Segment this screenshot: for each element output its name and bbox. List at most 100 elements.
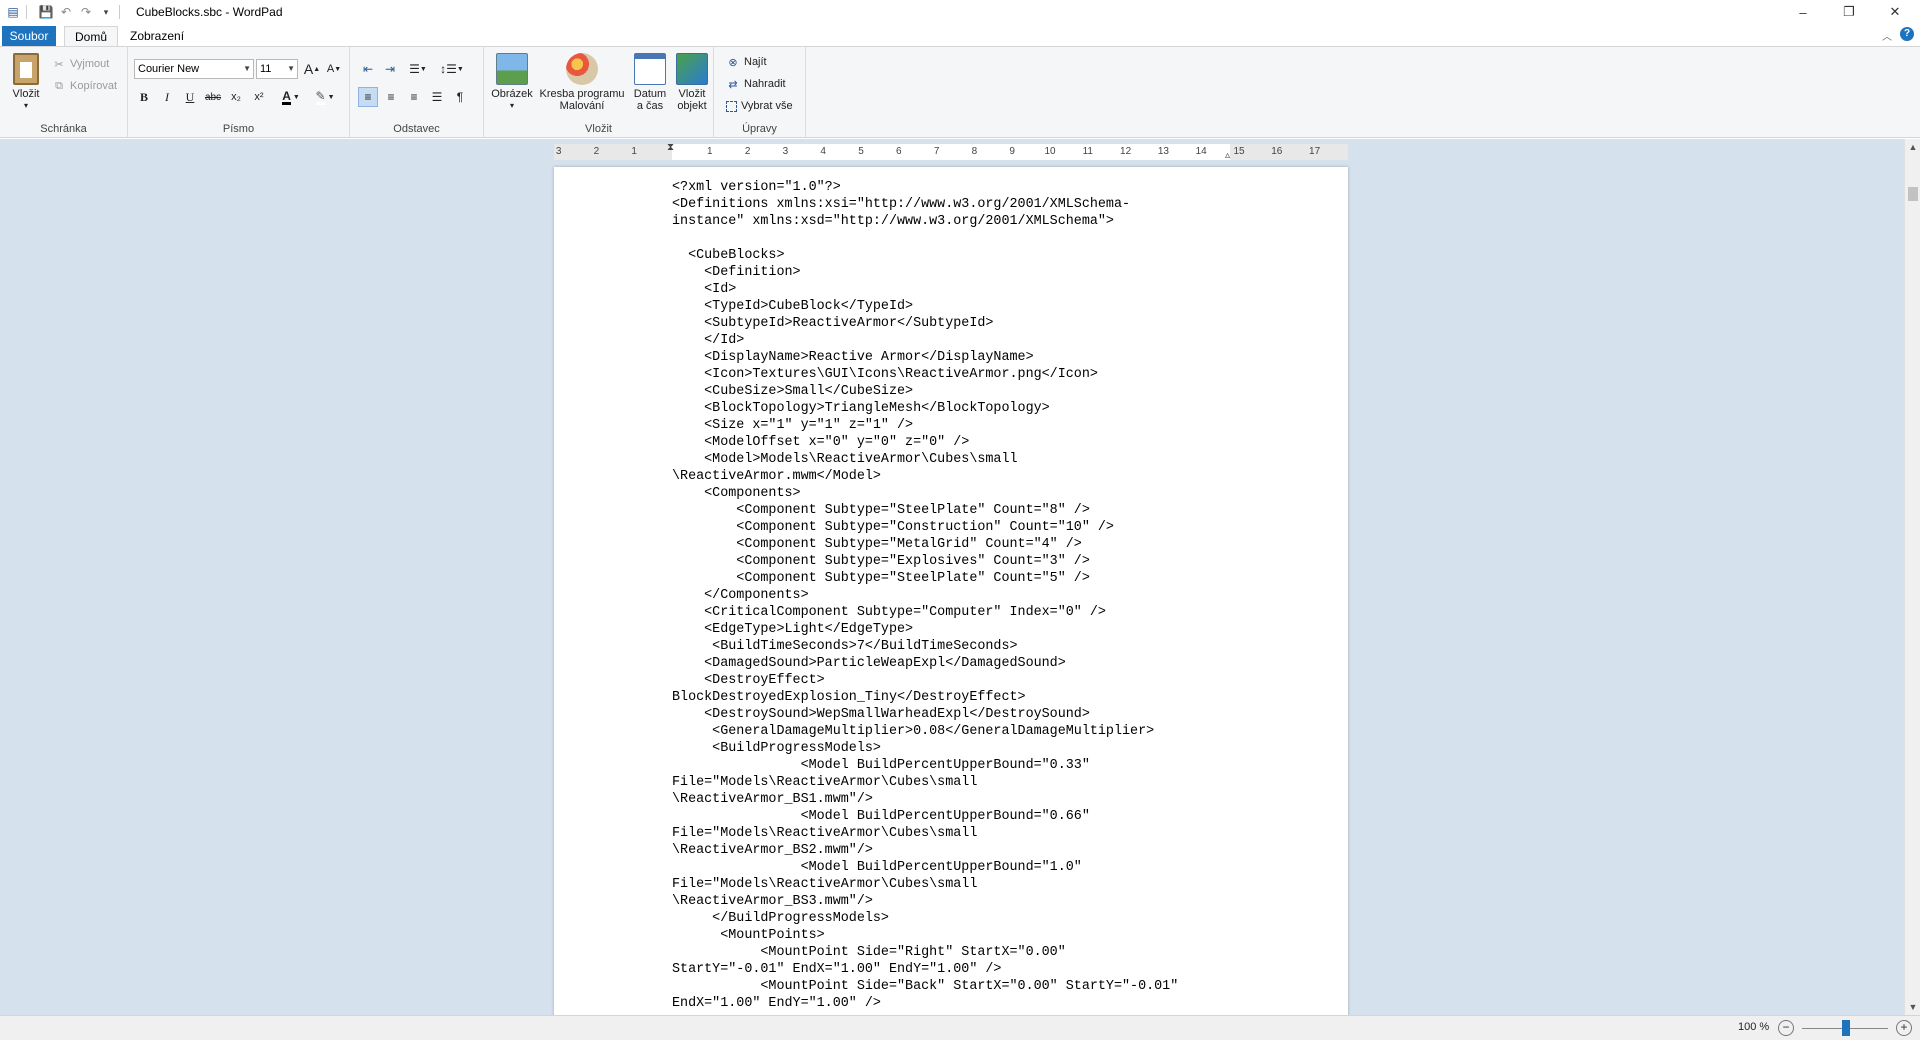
document-line[interactable] xyxy=(672,230,1272,247)
document-line[interactable]: <ModelOffset x="0" y="0" z="0" /> xyxy=(672,434,1272,451)
decrease-indent-button[interactable]: ⇤ xyxy=(358,59,378,79)
restore-button[interactable]: ❐ xyxy=(1826,0,1872,24)
document-line[interactable]: \ReactiveArmor.mwm</Model> xyxy=(672,468,1272,485)
bold-button[interactable]: B xyxy=(134,87,154,107)
document-line[interactable]: <Definition> xyxy=(672,264,1272,281)
document-line[interactable]: File="Models\ReactiveArmor\Cubes\small xyxy=(672,825,1272,842)
document-line[interactable]: <Id> xyxy=(672,281,1272,298)
document-line[interactable]: <DestroySound>WepSmallWarheadExpl</Destr… xyxy=(672,706,1272,723)
document-line[interactable]: \ReactiveArmor_BS1.mwm"/> xyxy=(672,791,1272,808)
select-all-button[interactable]: Vybrat vše xyxy=(726,97,793,115)
increase-indent-button[interactable]: ⇥ xyxy=(380,59,400,79)
document-page[interactable]: <?xml version="1.0"?> <Definitions xmlns:… xyxy=(554,167,1348,1015)
document-line[interactable]: <Components> xyxy=(672,485,1272,502)
document-line[interactable]: </Components> xyxy=(672,587,1272,604)
zoom-in-button[interactable]: + xyxy=(1896,1020,1912,1036)
document-line[interactable]: File="Models\ReactiveArmor\Cubes\small xyxy=(672,876,1272,893)
copy-button[interactable]: ⧉ Kopírovat xyxy=(52,77,117,95)
document-line[interactable]: BlockDestroyedExplosion_Tiny</DestroyEff… xyxy=(672,689,1272,706)
document-line[interactable]: <Component Subtype="MetalGrid" Count="4"… xyxy=(672,536,1272,553)
cut-button[interactable]: ✂ Vyjmout xyxy=(52,55,109,73)
minimize-button[interactable]: – xyxy=(1780,0,1826,24)
document-line[interactable]: <Component Subtype="Explosives" Count="3… xyxy=(672,553,1272,570)
document-line[interactable]: </Id> xyxy=(672,332,1272,349)
paste-button[interactable]: Vložit ▾ xyxy=(8,53,44,112)
align-right-button[interactable]: ≡ xyxy=(404,87,424,107)
grow-font-button[interactable]: A ▲ xyxy=(302,59,322,79)
document-line[interactable]: <MountPoints> xyxy=(672,927,1272,944)
document-line[interactable]: <Component Subtype="Construction" Count=… xyxy=(672,519,1272,536)
zoom-slider-thumb[interactable] xyxy=(1842,1020,1850,1036)
document-line[interactable]: <Component Subtype="SteelPlate" Count="8… xyxy=(672,502,1272,519)
document-line[interactable]: <Model>Models\ReactiveArmor\Cubes\small xyxy=(672,451,1272,468)
document-line[interactable]: <BuildTimeSeconds>7</BuildTimeSeconds> xyxy=(672,638,1272,655)
justify-button[interactable]: ☰ xyxy=(427,87,447,107)
document-line[interactable]: StartY="-0.01" EndX="1.00" EndY="1.00" /… xyxy=(672,961,1272,978)
tab-view[interactable]: Zobrazení xyxy=(120,26,194,46)
paragraph-button[interactable]: ¶ xyxy=(450,87,470,107)
subscript-button[interactable]: x₂ xyxy=(226,87,246,107)
italic-button[interactable]: I xyxy=(157,87,177,107)
document-line[interactable]: <CubeSize>Small</CubeSize> xyxy=(672,383,1272,400)
font-size-select[interactable]: 11 ▼ xyxy=(256,59,298,79)
tab-file[interactable]: Soubor xyxy=(2,26,56,46)
document-line[interactable]: <BuildProgressModels> xyxy=(672,740,1272,757)
wordpad-app-icon[interactable]: ▤ xyxy=(6,5,20,19)
document-line[interactable]: <TypeId>CubeBlock</TypeId> xyxy=(672,298,1272,315)
align-center-button[interactable]: ≡ xyxy=(381,87,401,107)
paint-drawing-button[interactable]: Kresba programu Malování xyxy=(536,53,628,112)
underline-button[interactable]: U xyxy=(180,87,200,107)
customize-quick-access-icon[interactable]: ▾ xyxy=(99,5,113,19)
document-line[interactable]: \ReactiveArmor_BS2.mwm"/> xyxy=(672,842,1272,859)
undo-icon[interactable]: ↶ xyxy=(59,5,73,19)
find-button[interactable]: ⊗ Najít xyxy=(726,53,766,71)
document-line[interactable]: <SubtypeId>ReactiveArmor</SubtypeId> xyxy=(672,315,1272,332)
scroll-up-icon[interactable]: ▲ xyxy=(1905,139,1920,155)
insert-picture-button[interactable]: Obrázek ▾ xyxy=(490,53,534,112)
close-button[interactable]: ✕ xyxy=(1872,0,1918,24)
shrink-font-button[interactable]: A ▼ xyxy=(324,59,344,79)
document-line[interactable]: <Size x="1" y="1" z="1" /> xyxy=(672,417,1272,434)
document-line[interactable]: <Model BuildPercentUpperBound="0.33" xyxy=(672,757,1272,774)
align-left-button[interactable]: ≡ xyxy=(358,87,378,107)
collapse-ribbon-icon[interactable]: ︿ xyxy=(1882,28,1892,43)
document-line[interactable]: <MountPoint Side="Back" StartX="0.00" St… xyxy=(672,978,1272,995)
document-line[interactable]: <CriticalComponent Subtype="Computer" In… xyxy=(672,604,1272,621)
document-line[interactable]: <Component Subtype="SteelPlate" Count="5… xyxy=(672,570,1272,587)
document-line[interactable]: <GeneralDamageMultiplier>0.08</GeneralDa… xyxy=(672,723,1272,740)
scroll-down-icon[interactable]: ▼ xyxy=(1905,999,1920,1015)
insert-datetime-button[interactable]: Datum a čas xyxy=(630,53,670,112)
strikethrough-button[interactable]: abc xyxy=(203,87,223,107)
document-line[interactable]: <DamagedSound>ParticleWeapExpl</DamagedS… xyxy=(672,655,1272,672)
help-icon[interactable]: ? xyxy=(1900,27,1914,41)
bullets-button[interactable]: ☰ ▼ xyxy=(404,59,432,79)
document-line[interactable]: <DisplayName>Reactive Armor</DisplayName… xyxy=(672,349,1272,366)
tab-home[interactable]: Domů xyxy=(64,26,119,46)
redo-icon[interactable]: ↷ xyxy=(79,5,93,19)
document-line[interactable]: instance" xmlns:xsd="http://www.w3.org/2… xyxy=(672,213,1272,230)
document-line[interactable]: EndX="1.00" EndY="1.00" /> xyxy=(672,995,1272,1012)
replace-button[interactable]: ⇄ Nahradit xyxy=(726,75,785,93)
document-line[interactable]: <BlockTopology>TriangleMesh</BlockTopolo… xyxy=(672,400,1272,417)
document-line[interactable]: </BuildProgressModels> xyxy=(672,910,1272,927)
document-line[interactable]: <DestroyEffect> xyxy=(672,672,1272,689)
highlight-color-button[interactable]: ✎ ▼ xyxy=(312,87,338,107)
right-indent-marker-icon[interactable]: ▵ xyxy=(1225,150,1230,161)
font-color-button[interactable]: A ▼ xyxy=(278,87,304,107)
document-line[interactable]: <Model BuildPercentUpperBound="0.66" xyxy=(672,808,1272,825)
document-line[interactable]: <?xml version="1.0"?> xyxy=(672,179,1272,196)
zoom-out-button[interactable]: − xyxy=(1778,1020,1794,1036)
scroll-thumb[interactable] xyxy=(1908,187,1918,201)
indent-marker-icon[interactable]: ⧗ xyxy=(667,142,674,153)
document-line[interactable]: <EdgeType>Light</EdgeType> xyxy=(672,621,1272,638)
document-line[interactable]: <CubeBlocks> xyxy=(672,247,1272,264)
insert-object-button[interactable]: Vložit objekt xyxy=(672,53,712,112)
superscript-button[interactable]: x² xyxy=(249,87,269,107)
document-line[interactable]: <Definitions xmlns:xsi="http://www.w3.or… xyxy=(672,196,1272,213)
document-line[interactable]: File="Models\ReactiveArmor\Cubes\small xyxy=(672,774,1272,791)
document-line[interactable]: <MountPoint Side="Right" StartX="0.00" xyxy=(672,944,1272,961)
document-text[interactable]: <?xml version="1.0"?> <Definitions xmlns:… xyxy=(672,179,1272,1012)
vertical-scrollbar[interactable]: ▲ ▼ xyxy=(1904,139,1920,1015)
font-family-select[interactable]: Courier New ▼ xyxy=(134,59,254,79)
document-line[interactable]: \ReactiveArmor_BS3.mwm"/> xyxy=(672,893,1272,910)
